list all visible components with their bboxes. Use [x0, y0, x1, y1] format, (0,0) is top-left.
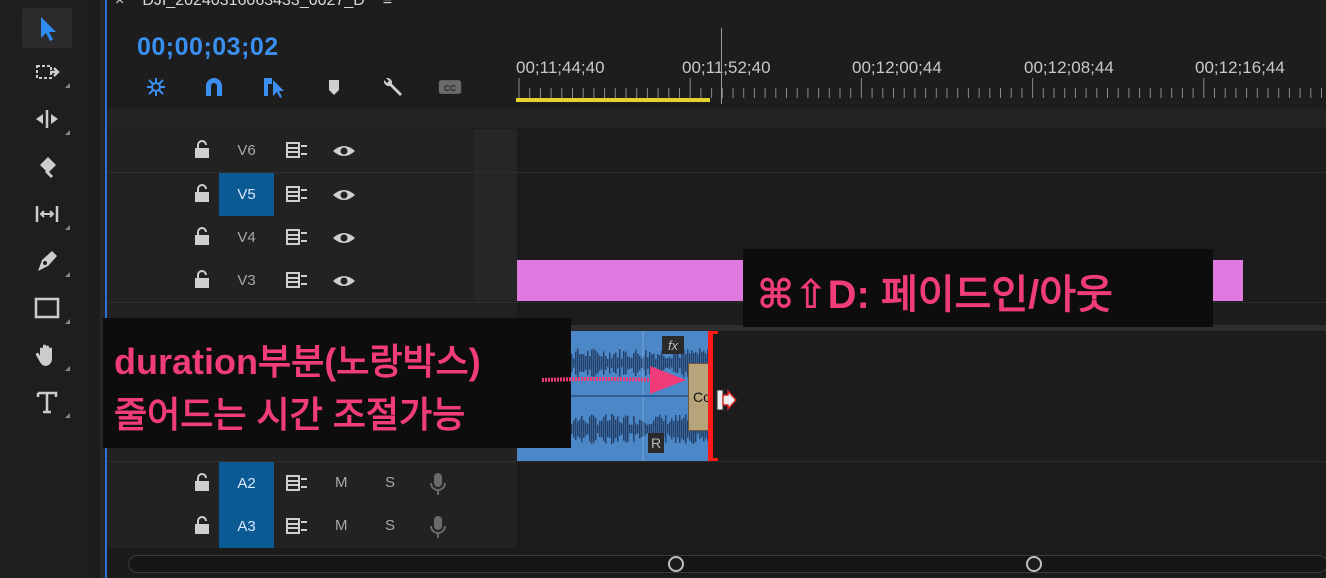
lane-v6[interactable]	[517, 128, 1326, 173]
track-header-end	[474, 259, 517, 302]
tab-menu-icon[interactable]: ≡	[383, 0, 392, 12]
clip-trim-edge-bottom	[708, 458, 718, 461]
sync-lock-filmstrip-icon[interactable]	[285, 473, 309, 493]
sync-lock-filmstrip-icon[interactable]	[285, 184, 309, 204]
lock-icon[interactable]	[193, 183, 211, 203]
razor-tool-icon[interactable]	[22, 146, 72, 186]
lane-a2[interactable]	[517, 462, 1326, 506]
mute-button[interactable]: M	[335, 474, 348, 491]
clip-trim-edge-top	[708, 331, 718, 334]
track-header-end	[474, 216, 517, 259]
lock-icon[interactable]	[193, 269, 211, 289]
playhead-line[interactable]	[721, 28, 722, 104]
annotation-shortcut-text: ⌘⇧D: 페이드인/아웃	[757, 273, 1113, 317]
eye-icon[interactable]	[331, 228, 357, 248]
track-name-v3[interactable]: V3	[219, 259, 274, 302]
lock-icon[interactable]	[193, 139, 211, 159]
work-area-bar[interactable]	[516, 98, 710, 102]
ruler-label: 00;11;52;40	[682, 58, 771, 77]
sync-lock-filmstrip-icon[interactable]	[285, 227, 309, 247]
snap-icon[interactable]	[200, 75, 228, 99]
track-select-tool-icon[interactable]	[22, 52, 72, 92]
nest-toggle-icon[interactable]	[142, 75, 170, 99]
sync-lock-filmstrip-icon[interactable]	[285, 140, 309, 160]
microphone-icon[interactable]	[429, 514, 447, 540]
annotation-text: duration부분(노랑박스)	[114, 341, 481, 382]
track-header-end	[474, 129, 517, 172]
track-name-a2[interactable]: A2	[219, 462, 274, 505]
timeline-settings-wrench-icon[interactable]	[378, 75, 406, 99]
mute-button[interactable]: M	[335, 517, 348, 534]
pen-tool-icon[interactable]	[22, 241, 72, 281]
type-tool-icon[interactable]	[22, 382, 72, 422]
track-header-a3[interactable]: A3 M S	[107, 505, 517, 549]
fx-badge: fx	[662, 336, 684, 354]
track-header-v4[interactable]: V4	[107, 216, 517, 260]
solo-button[interactable]: S	[385, 474, 395, 491]
playhead-timecode[interactable]: 00;00;03;02	[137, 33, 279, 62]
captions-icon[interactable]: CC	[436, 75, 464, 99]
sync-lock-filmstrip-icon[interactable]	[285, 516, 309, 536]
sequence-tab[interactable]: × DJI_20240316063433_0027_D ≡	[115, 0, 392, 12]
lane-v5[interactable]	[517, 173, 1326, 217]
eye-icon[interactable]	[331, 185, 357, 205]
selection-tool-icon[interactable]	[22, 8, 72, 48]
ruler-label: 00;12;16;44	[1195, 58, 1285, 77]
solo-button[interactable]: S	[385, 517, 395, 534]
slip-tool-icon[interactable]	[22, 194, 72, 234]
ruler-label: 00;12;00;44	[852, 58, 942, 77]
eye-icon[interactable]	[331, 141, 357, 161]
track-name-v5[interactable]: V5	[219, 173, 274, 216]
eye-icon[interactable]	[331, 271, 357, 291]
lock-icon[interactable]	[193, 226, 211, 246]
track-name-a3[interactable]: A3	[219, 505, 274, 548]
time-ruler[interactable]: 00;11;44;40 00;11;52;40 00;12;00;44 00;1…	[516, 28, 1326, 108]
lane-a3[interactable]	[517, 505, 1326, 549]
rectangle-tool-icon[interactable]	[22, 288, 72, 328]
track-header-spacer	[107, 108, 1326, 128]
tab-close-icon[interactable]: ×	[115, 0, 124, 12]
track-header-end	[474, 173, 517, 216]
microphone-icon[interactable]	[429, 471, 447, 497]
scrollbar-right-handle[interactable]	[1026, 556, 1042, 572]
track-name-v6[interactable]: V6	[219, 129, 274, 172]
annotation-arrow-icon	[541, 366, 686, 394]
sync-lock-filmstrip-icon[interactable]	[285, 270, 309, 290]
lock-icon[interactable]	[193, 515, 211, 535]
tools-panel	[0, 0, 92, 578]
channel-r-badge: R	[648, 433, 664, 453]
linked-selection-icon[interactable]	[260, 75, 288, 99]
ripple-edit-tool-icon[interactable]	[22, 99, 72, 139]
svg-text:CC: CC	[444, 83, 456, 93]
tab-title: DJI_20240316063433_0027_D	[142, 0, 365, 9]
hand-tool-icon[interactable]	[22, 335, 72, 375]
track-header-a2[interactable]: A2 M S	[107, 462, 517, 506]
add-marker-icon[interactable]	[320, 75, 348, 99]
track-name-v4[interactable]: V4	[219, 216, 274, 259]
clip-trim-edge[interactable]	[708, 331, 713, 461]
annotation-text: 줄어드는 시간 조절가능	[114, 394, 466, 435]
ruler-label: 00;12;08;44	[1024, 58, 1114, 77]
ruler-label: 00;11;44;40	[516, 58, 605, 77]
track-header-v3[interactable]: V3	[107, 259, 517, 303]
lock-icon[interactable]	[193, 472, 211, 492]
scrollbar-left-handle[interactable]	[668, 556, 684, 572]
track-header-v5[interactable]: V5	[107, 173, 517, 217]
track-header-v6[interactable]: V6	[107, 129, 517, 173]
horizontal-zoom-scrollbar[interactable]	[128, 555, 1326, 573]
trim-cursor-icon	[716, 389, 738, 411]
